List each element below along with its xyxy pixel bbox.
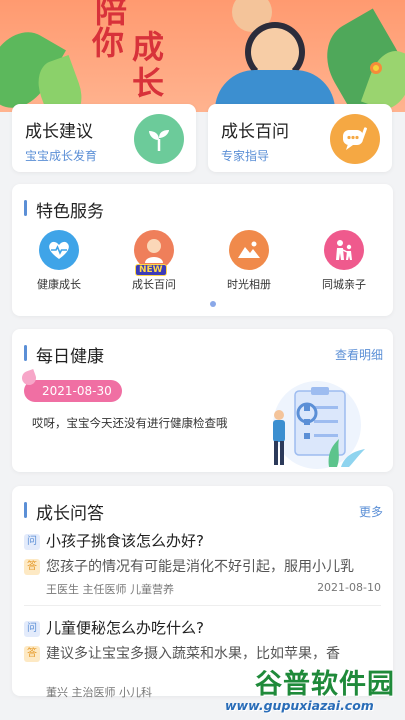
daily-health-panel: 每日健康 查看明细 2021-08-30 哎呀，宝宝今天还没有进行健康检查哦 bbox=[12, 329, 393, 472]
growth-advice-card[interactable]: 成长建议 宝宝成长发育 bbox=[12, 104, 196, 172]
view-details-link[interactable]: 查看明细 bbox=[335, 346, 383, 363]
question-text: 儿童便秘怎么办吃什么? bbox=[46, 619, 204, 637]
card-title: 成长建议 bbox=[25, 122, 93, 142]
child-avatar-icon: NEW bbox=[134, 230, 174, 276]
question-text: 小孩子挑食该怎么办好? bbox=[46, 532, 204, 550]
banner-title-char: 长 bbox=[132, 64, 165, 102]
qa-answer[interactable]: 答您孩子的情况有可能是消化不好引起，服用小儿乳 bbox=[24, 556, 381, 576]
mountain-photo-icon bbox=[229, 230, 269, 270]
watermark: 谷普软件园 www.gupuxiazai.com bbox=[219, 660, 405, 720]
section-title: 每日健康 bbox=[24, 342, 104, 367]
more-link[interactable]: 更多 bbox=[359, 503, 383, 520]
service-label: 健康成长 bbox=[37, 278, 81, 291]
answer-tag: 答 bbox=[24, 646, 40, 662]
chat-bubble-icon bbox=[330, 114, 380, 164]
service-time-album[interactable]: 时光相册 bbox=[209, 230, 289, 292]
qa-meta: 王医生 主任医师 儿童营养 2021-08-10 bbox=[24, 581, 381, 597]
qa-item[interactable]: 问儿童便秘怎么办吃什么? bbox=[24, 617, 381, 638]
new-badge: NEW bbox=[135, 264, 167, 276]
section-title: 特色服务 bbox=[24, 197, 104, 222]
pagination-dot[interactable] bbox=[210, 301, 216, 307]
heartbeat-icon bbox=[39, 230, 79, 270]
doctor-info: 董兴 主治医师 小儿科 bbox=[46, 686, 152, 699]
card-subtitle: 专家指导 bbox=[221, 149, 270, 163]
service-growth-faq[interactable]: NEW 成长百问 bbox=[114, 230, 194, 292]
service-health-growth[interactable]: 健康成长 bbox=[19, 230, 99, 292]
health-checklist-illustration bbox=[257, 377, 377, 469]
parent-child-icon bbox=[324, 230, 364, 270]
qa-item[interactable]: 问小孩子挑食该怎么办好? bbox=[24, 530, 381, 551]
flower-icon bbox=[370, 62, 382, 74]
service-label: 时光相册 bbox=[227, 278, 271, 291]
section-title: 成长问答 bbox=[24, 499, 104, 524]
sprout-icon bbox=[134, 114, 184, 164]
question-tag: 问 bbox=[24, 620, 40, 637]
doctor-info: 王医生 主任医师 儿童营养 bbox=[46, 583, 174, 596]
divider bbox=[24, 605, 381, 606]
answer-tag: 答 bbox=[24, 559, 40, 575]
banner-title-char: 你 bbox=[92, 24, 125, 62]
health-check-message: 哎呀，宝宝今天还没有进行健康检查哦 bbox=[32, 416, 228, 430]
date-badge: 2021-08-30 bbox=[24, 380, 122, 402]
top-banner[interactable]: 陪 你 成 长 bbox=[0, 0, 405, 112]
growth-faq-card[interactable]: 成长百问 专家指导 bbox=[208, 104, 392, 172]
featured-services-panel: 特色服务 健康成长 NEW 成长百问 时光相册 同城亲子 bbox=[12, 184, 393, 316]
question-tag: 问 bbox=[24, 533, 40, 550]
service-local-parenting[interactable]: 同城亲子 bbox=[304, 230, 384, 292]
answer-text: 您孩子的情况有可能是消化不好引起，服用小儿乳 bbox=[46, 559, 354, 575]
service-label: 同城亲子 bbox=[322, 278, 366, 291]
watermark-text: 谷普软件园 bbox=[255, 669, 395, 700]
card-subtitle: 宝宝成长发育 bbox=[25, 149, 98, 163]
card-title: 成长百问 bbox=[221, 122, 289, 142]
service-label: 成长百问 bbox=[132, 278, 176, 291]
answer-date: 2021-08-10 bbox=[317, 581, 381, 594]
watermark-url: www.gupuxiazai.com bbox=[225, 698, 374, 713]
